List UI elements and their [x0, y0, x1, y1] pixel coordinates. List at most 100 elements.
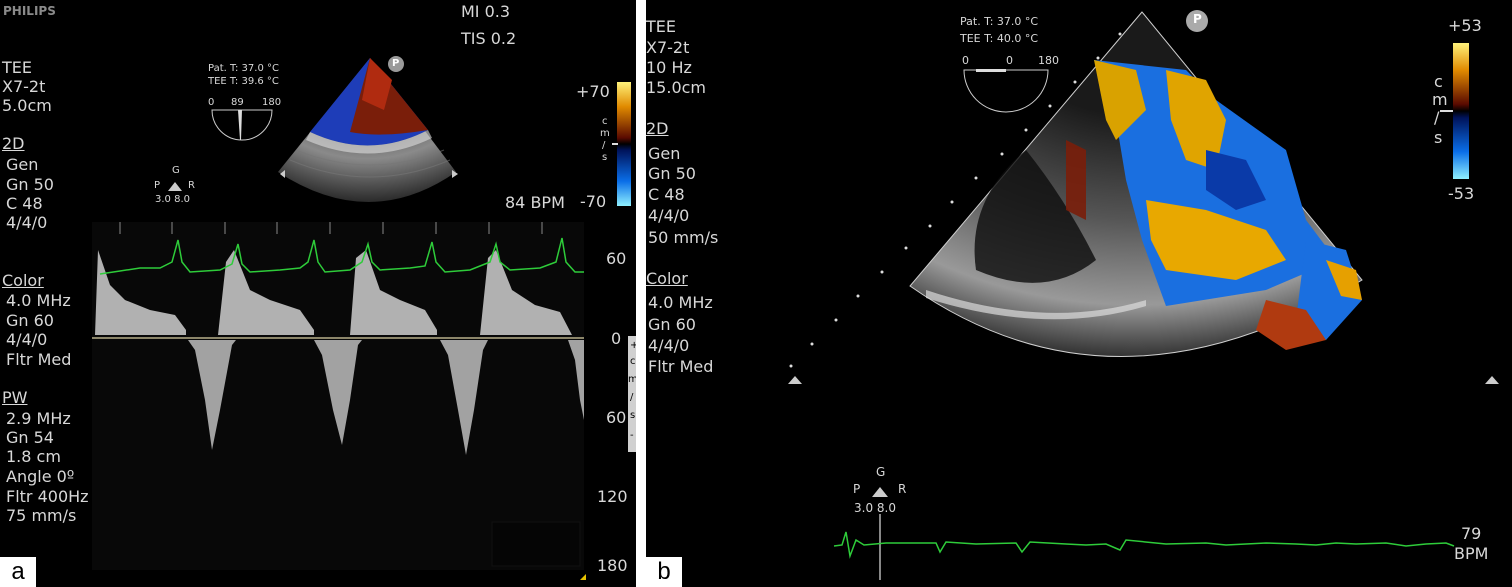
color-scale-bottom: -70 [580, 192, 607, 211]
orient-b-g: G [876, 465, 886, 479]
ecg-trace-b [833, 531, 1455, 559]
color-unit-s: s [602, 152, 608, 163]
orient-g: G [172, 165, 180, 176]
probe-b-line-4: 15.0cm [646, 78, 707, 97]
color-b-line-3: 4/4/0 [648, 336, 690, 355]
axis-label-60-top: 60 [606, 249, 627, 268]
mode-2d-title: 2D [2, 134, 25, 153]
mode-2d-line-4: 4/4/0 [6, 213, 48, 232]
patient-temp-b: Pat. T: 37.0 °C [960, 15, 1039, 28]
mode-2d-b-line-5: 50 mm/s [648, 228, 719, 247]
color-bar-b [1453, 43, 1469, 179]
orient-vals: 3.0 8.0 [155, 194, 190, 205]
panel-a-graphics [92, 56, 636, 580]
mode-2d-line-2: Gn 50 [6, 175, 54, 194]
heart-rate-b-value: 79 [1461, 524, 1482, 543]
axis-label-60-bottom: 60 [606, 408, 627, 427]
mode-2d-line-3: C 48 [6, 194, 43, 213]
mi-readout: MI 0.3 [461, 2, 511, 21]
angle-scale-mid: 89 [231, 97, 244, 108]
color-bar-a [617, 82, 631, 206]
orient-b-vals: 3.0 8.0 [854, 501, 896, 515]
figure-label-b: b [646, 557, 682, 587]
panel-b-graphics [788, 10, 1499, 580]
pw-line-4: Angle 0º [6, 467, 75, 486]
tee-temp-b: TEE T: 40.0 °C [960, 32, 1038, 45]
orient-r: R [188, 180, 195, 191]
tee-temp: TEE T: 39.6 °C [208, 76, 279, 87]
mode-2d-line-1: Gen [6, 155, 39, 174]
color-b-line-4: Fltr Med [648, 357, 714, 376]
color-unit-m: m [600, 128, 610, 139]
color-line-2: Gn 60 [6, 311, 54, 330]
vel-unit-plus: + [630, 340, 636, 351]
vel-unit-m: m [628, 374, 636, 385]
color-b-unit-c: c [1434, 72, 1443, 91]
color-line-1: 4.0 MHz [6, 291, 71, 310]
patient-temp: Pat. T: 37.0 °C [208, 63, 279, 74]
figure-label-a: a [0, 557, 36, 587]
panel-separator [636, 0, 646, 587]
color-title: Color [2, 271, 44, 290]
heart-rate-a: 84 BPM [505, 193, 565, 212]
color-b-unit-s: s [1434, 128, 1443, 147]
color-b-title: Color [646, 269, 688, 288]
probe-b-line-1: TEE [646, 17, 676, 36]
masked-region [491, 521, 581, 567]
vel-unit-slash: / [630, 392, 634, 403]
mini-sector-image [278, 58, 458, 202]
color-b-unit-m: m [1432, 90, 1448, 109]
probe-b-line-3: 10 Hz [646, 58, 692, 77]
mode-2d-b-line-4: 4/4/0 [648, 206, 690, 225]
color-line-4: Fltr Med [6, 350, 72, 369]
color-scale-top: +70 [576, 82, 610, 101]
color-unit-c: c [602, 116, 608, 127]
angle-b-mid: 0 [1006, 54, 1013, 67]
color-b-line-1: 4.0 MHz [648, 293, 713, 312]
angle-indicator-b [963, 69, 1049, 113]
pw-title: PW [2, 388, 28, 407]
orient-b-r: R [898, 482, 907, 496]
orient-p: P [154, 180, 161, 191]
sector-image-b [909, 11, 1363, 357]
color-scale-b-top: +53 [1448, 16, 1482, 35]
vel-unit-minus: - [630, 430, 634, 441]
left-edge-marker [788, 376, 802, 384]
probe-line-3: 5.0cm [2, 96, 52, 115]
angle-scale-180: 180 [262, 97, 282, 108]
color-b-line-2: Gn 60 [648, 315, 696, 334]
mode-2d-b-line-3: C 48 [648, 185, 685, 204]
heart-rate-b-unit: BPM [1454, 544, 1489, 563]
mode-2d-b-line-1: Gen [648, 144, 681, 163]
angle-b-0: 0 [962, 54, 969, 67]
axis-label-120: 120 [597, 487, 628, 506]
probe-marker-a-label: P [392, 58, 400, 69]
pw-line-1: 2.9 MHz [6, 409, 71, 428]
mode-2d-b-line-2: Gn 50 [648, 164, 696, 183]
axis-label-0: 0 [611, 329, 622, 348]
orientation-marker-b [872, 487, 888, 497]
probe-line-1: TEE [2, 58, 32, 77]
pw-line-3: 1.8 cm [6, 447, 61, 466]
orient-b-p: P [853, 482, 861, 496]
pw-line-5: Fltr 400Hz [6, 487, 89, 506]
color-scale-b-bottom: -53 [1448, 184, 1475, 203]
brand-logo: PHILIPS [3, 4, 56, 18]
color-b-unit-slash: / [1434, 108, 1440, 127]
mode-2d-b-title: 2D [646, 119, 669, 138]
color-line-3: 4/4/0 [6, 330, 48, 349]
vel-unit-s: s [630, 410, 636, 421]
vel-unit-c: c [630, 356, 636, 367]
probe-marker-b-label: P [1193, 12, 1202, 26]
probe-line-2: X7-2t [2, 77, 46, 96]
tis-readout: TIS 0.2 [461, 29, 517, 48]
pw-line-6: 75 mm/s [6, 506, 77, 525]
axis-label-180: 180 [597, 556, 628, 575]
angle-scale-0: 0 [208, 97, 215, 108]
orientation-marker-a [168, 182, 182, 191]
panel-a-doppler: PHILIPS MI 0.3 TIS 0.2 TEE X7-2t 5.0cm 2… [0, 0, 636, 587]
angle-indicator-a [211, 109, 273, 141]
panel-b-color-doppler: TEE X7-2t 10 Hz 15.0cm 2D Gen Gn 50 C 48… [646, 0, 1512, 587]
probe-b-line-2: X7-2t [646, 38, 690, 57]
pw-line-2: Gn 54 [6, 428, 54, 447]
